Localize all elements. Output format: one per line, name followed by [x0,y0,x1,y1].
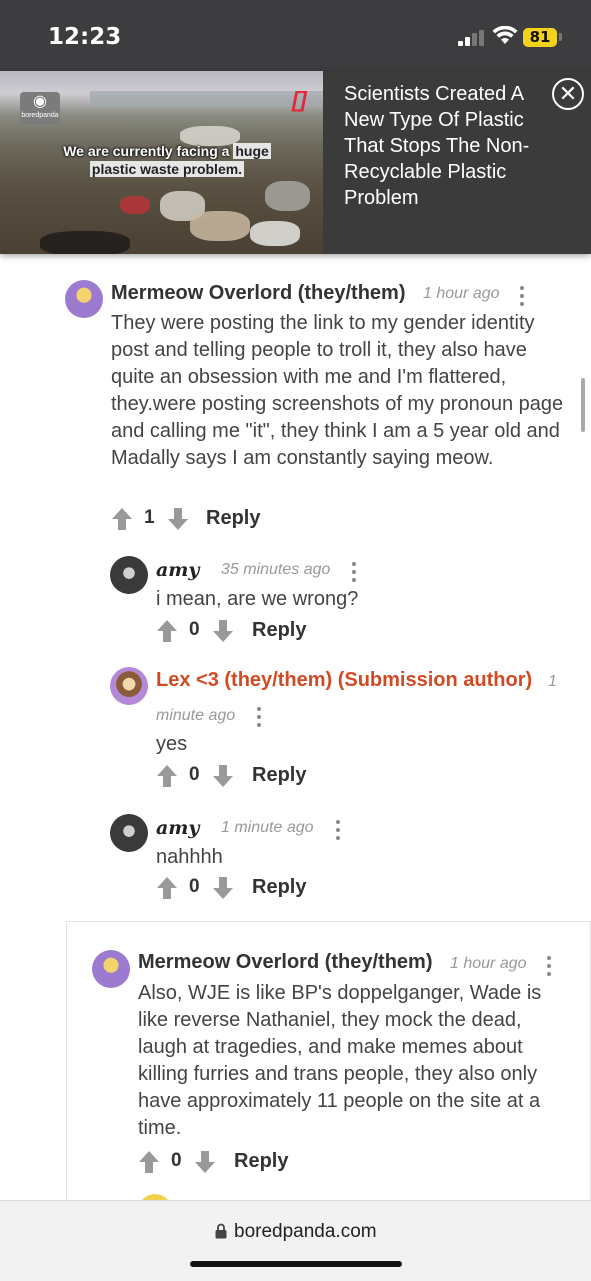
battery-tip [559,33,562,41]
comment-author[interactable]: amy [156,817,199,839]
wifi-icon [492,26,518,44]
ad-banner[interactable]: ◉ boredpanda [] We are currently facing … [0,71,591,254]
comment-author[interactable]: Mermeow Overlord (they/them) [111,282,406,305]
comment-timestamp[interactable]: 1 [548,673,557,691]
scrollbar[interactable] [581,378,585,432]
cellular-signal-icon [458,30,486,46]
comment-timestamp[interactable]: 1 hour ago [423,285,500,303]
comment-timestamp[interactable]: 1 minute ago [221,819,314,837]
vote-score: 0 [189,619,200,640]
ad-caption-highlight: huge [233,143,271,159]
boredpanda-logo: ◉ boredpanda [20,92,60,124]
downvote-icon[interactable] [212,764,234,788]
vote-score: 1 [144,507,155,528]
comment-actions: 0 Reply [156,619,316,645]
more-options-icon[interactable] [257,707,261,731]
vote-score: 0 [189,764,200,785]
comment-timestamp[interactable]: 35 minutes ago [221,561,330,579]
ad-caption-text: We are currently facing a [63,143,234,159]
battery-icon: 81 [523,28,557,47]
vote-score: 0 [171,1150,182,1171]
clock: 12:23 [48,24,122,50]
ad-thumbnail-debris [265,181,310,211]
comment-timestamp[interactable]: 1 hour ago [450,955,527,973]
downvote-icon[interactable] [167,507,189,531]
comment-author[interactable]: Mermeow Overlord (they/them) [138,951,433,974]
comment-body: They were posting the link to my gender … [111,312,564,469]
reply-button[interactable]: Reply [206,507,260,530]
logo-text: boredpanda [21,112,59,119]
reply-button[interactable]: Reply [252,876,306,899]
ad-caption: We are currently facing a huge plastic w… [52,142,282,178]
ad-thumbnail-sea [90,91,323,107]
ad-thumbnail-debris [40,231,130,254]
downvote-icon[interactable] [212,876,234,900]
avatar[interactable] [92,950,130,988]
more-options-icon[interactable] [520,286,524,310]
comment-author[interactable]: amy [156,559,199,581]
panda-icon: ◉ [33,93,47,110]
upvote-icon[interactable] [138,1150,160,1174]
comment-actions: 1 Reply [111,507,271,533]
comment-author[interactable]: Lex <3 (they/them) (Submission author) [156,669,532,692]
comment-body: yes [156,733,188,755]
more-options-icon[interactable] [547,956,551,980]
status-bar: 12:23 81 [0,0,591,71]
comment-actions: 0 Reply [138,1150,298,1176]
upvote-icon[interactable] [156,876,178,900]
ad-bracket-mark: [] [292,87,307,112]
vote-score: 0 [189,876,200,897]
upvote-icon[interactable] [156,619,178,643]
more-options-icon[interactable] [336,820,340,844]
comment-timestamp[interactable]: minute ago [156,707,235,725]
close-icon[interactable]: ✕ [552,78,584,110]
ad-thumbnail[interactable]: ◉ boredpanda [] We are currently facing … [0,71,323,254]
comment-actions: 0 Reply [156,876,316,902]
reply-button[interactable]: Reply [252,764,306,787]
avatar[interactable] [110,814,148,852]
comment-body: i mean, are we wrong? [156,588,359,610]
ad-caption-highlight: plastic waste problem. [89,161,245,177]
ad-thumbnail-debris [120,196,150,214]
reply-button[interactable]: Reply [252,619,306,642]
comment-actions: 0 Reply [156,764,316,790]
comment-body: nahhhh [156,846,223,868]
ad-title[interactable]: Scientists Created A New Type Of Plastic… [344,81,549,211]
browser-address-bar[interactable]: boredpanda.com [0,1200,591,1281]
avatar[interactable] [110,556,148,594]
lock-icon [215,1223,227,1239]
url-text[interactable]: boredpanda.com [234,1221,377,1243]
downvote-icon[interactable] [194,1150,216,1174]
upvote-icon[interactable] [111,507,133,531]
downvote-icon[interactable] [212,619,234,643]
avatar[interactable] [110,667,148,705]
ad-thumbnail-debris [190,211,250,241]
upvote-icon[interactable] [156,764,178,788]
home-indicator[interactable] [190,1261,402,1267]
more-options-icon[interactable] [352,562,356,586]
ad-thumbnail-debris [250,221,300,246]
reply-button[interactable]: Reply [234,1150,288,1173]
avatar[interactable] [65,280,103,318]
comment-body: Also, WJE is like BP's doppelganger, Wad… [138,982,542,1139]
